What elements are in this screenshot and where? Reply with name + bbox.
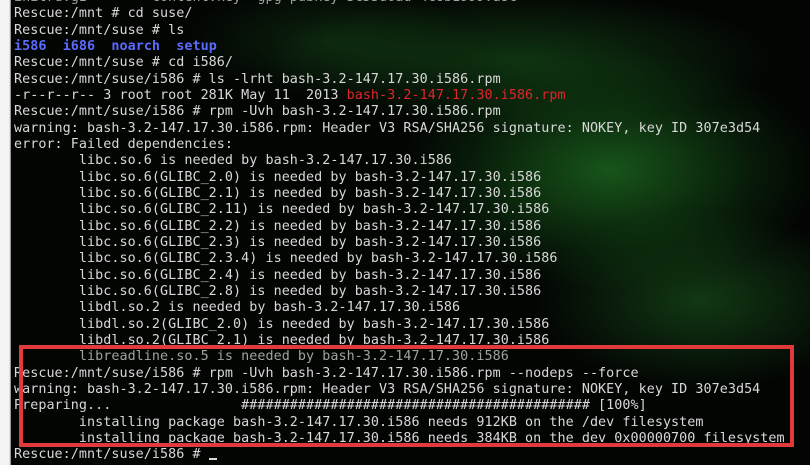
terminal-line: Rescue:/mnt/suse # cd i586/ <box>14 55 785 71</box>
line-text: Rescue:/mnt/suse/i586 # ls -lrht bash-3.… <box>14 71 501 87</box>
line-text: libc.so.6(GLIBC_2.1) is needed by bash-3… <box>14 185 542 201</box>
terminal-line: libc.so.6(GLIBC_2.2) is needed by bash-3… <box>14 219 785 235</box>
line-text: Rescue:/mnt/suse/i586 # <box>14 447 209 463</box>
line-text: Rescue:/mnt/suse # cd i586/ <box>14 55 234 71</box>
terminal-line: error: Failed dependencies: <box>14 137 785 153</box>
terminal-line: -r--r--r-- 3 root root 281K May 11 2013 … <box>14 88 785 104</box>
line-text: installing package bash-3.2-147.17.30.i5… <box>14 414 704 430</box>
window-left-edge <box>0 0 11 465</box>
terminal-output: initrd.gz content.key gpg-pubkey-3c53d6a… <box>14 0 785 464</box>
terminal-window[interactable]: initrd.gz content.key gpg-pubkey-3c53d6a… <box>0 0 810 465</box>
terminal-line: installing package bash-3.2-147.17.30.i5… <box>14 431 785 447</box>
line-text: libc.so.6(GLIBC_2.4) is needed by bash-3… <box>14 267 542 283</box>
line-text: libdl.so.2(GLIBC_2.1) is needed by bash-… <box>14 332 550 348</box>
directory-entry: noarch <box>111 38 161 54</box>
line-text: libdl.so.2 is needed by bash-3.2-147.17.… <box>14 300 461 316</box>
line-text: installing package bash-3.2-147.17.30.i5… <box>14 430 785 446</box>
terminal-line: Rescue:/mnt/suse/i586 # ls -lrht bash-3.… <box>14 72 785 88</box>
terminal-line: libc.so.6(GLIBC_2.4) is needed by bash-3… <box>14 268 785 284</box>
terminal-line: Rescue:/mnt/suse/i586 # rpm -Uvh bash-3.… <box>14 366 785 382</box>
line-text: libc.so.6(GLIBC_2.3.4) is needed by bash… <box>14 251 558 267</box>
terminal-line: warning: bash-3.2-147.17.30.i586.rpm: He… <box>14 382 785 398</box>
line-text: Rescue:/mnt # cd suse/ <box>14 6 193 22</box>
terminal-line: libc.so.6(GLIBC_2.0) is needed by bash-3… <box>14 170 785 186</box>
line-text: libc.so.6(GLIBC_2.0) is needed by bash-3… <box>14 169 542 185</box>
terminal-line: i586 i686 noarch setup <box>14 39 785 55</box>
terminal-line: libc.so.6(GLIBC_2.11) is needed by bash-… <box>14 202 785 218</box>
terminal-line: libdl.so.2(GLIBC_2.1) is needed by bash-… <box>14 333 785 349</box>
line-text: libc.so.6 is needed by bash-3.2-147.17.3… <box>14 153 453 169</box>
line-text: Rescue:/mnt/suse/i586 # rpm -Uvh bash-3.… <box>14 104 501 120</box>
terminal-line: libc.so.6(GLIBC_2.3) is needed by bash-3… <box>14 235 785 251</box>
directory-entry: i686 <box>62 38 96 54</box>
line-text: initrd.gz content.key gpg-pubkey-3c53d6a… <box>14 0 517 5</box>
line-text: -r--r--r-- 3 root root 281K May 11 2013 <box>14 87 347 103</box>
rpm-file-name: bash-3.2-147.17.30.i586.rpm <box>346 87 566 103</box>
terminal-line: libc.so.6(GLIBC_2.3.4) is needed by bash… <box>14 251 785 267</box>
line-text: libc.so.6(GLIBC_2.8) is needed by bash-3… <box>14 283 542 299</box>
line-text: warning: bash-3.2-147.17.30.i586.rpm: He… <box>14 120 761 136</box>
terminal-line: libreadline.so.5 is needed by bash-3.2-1… <box>14 349 785 365</box>
line-text: libreadline.so.5 is needed by bash-3.2-1… <box>14 349 509 365</box>
terminal-line: Preparing... ###########################… <box>14 398 785 414</box>
line-text: libc.so.6(GLIBC_2.2) is needed by bash-3… <box>14 218 542 234</box>
terminal-line: libc.so.6(GLIBC_2.8) is needed by bash-3… <box>14 284 785 300</box>
line-text: Preparing... ###########################… <box>14 398 647 414</box>
terminal-line: libc.so.6 is needed by bash-3.2-147.17.3… <box>14 153 785 169</box>
terminal-line: Rescue:/mnt # cd suse/ <box>14 6 785 22</box>
terminal-line: warning: bash-3.2-147.17.30.i586.rpm: He… <box>14 121 785 137</box>
line-text: Rescue:/mnt/suse # ls <box>14 22 185 38</box>
terminal-line: Rescue:/mnt/suse/i586 # rpm -Uvh bash-3.… <box>14 104 785 120</box>
terminal-line: libdl.so.2(GLIBC_2.0) is needed by bash-… <box>14 317 785 333</box>
directory-entry: setup <box>176 38 217 54</box>
terminal-line: installing package bash-3.2-147.17.30.i5… <box>14 415 785 431</box>
text-cursor <box>208 458 217 461</box>
directory-entry: i586 <box>14 38 47 54</box>
line-text: libdl.so.2(GLIBC_2.0) is needed by bash-… <box>14 316 550 332</box>
line-text: error: Failed dependencies: <box>14 136 234 152</box>
line-text: Rescue:/mnt/suse/i586 # rpm -Uvh bash-3.… <box>14 365 639 381</box>
terminal-line: libdl.so.2 is needed by bash-3.2-147.17.… <box>14 300 785 316</box>
terminal-line: Rescue:/mnt/suse # ls <box>14 23 785 39</box>
line-text: warning: bash-3.2-147.17.30.i586.rpm: He… <box>14 381 761 397</box>
terminal-line: Rescue:/mnt/suse/i586 # <box>14 447 785 463</box>
terminal-line: libc.so.6(GLIBC_2.1) is needed by bash-3… <box>14 186 785 202</box>
line-text: libc.so.6(GLIBC_2.11) is needed by bash-… <box>14 202 550 218</box>
line-text: libc.so.6(GLIBC_2.3) is needed by bash-3… <box>14 234 542 250</box>
